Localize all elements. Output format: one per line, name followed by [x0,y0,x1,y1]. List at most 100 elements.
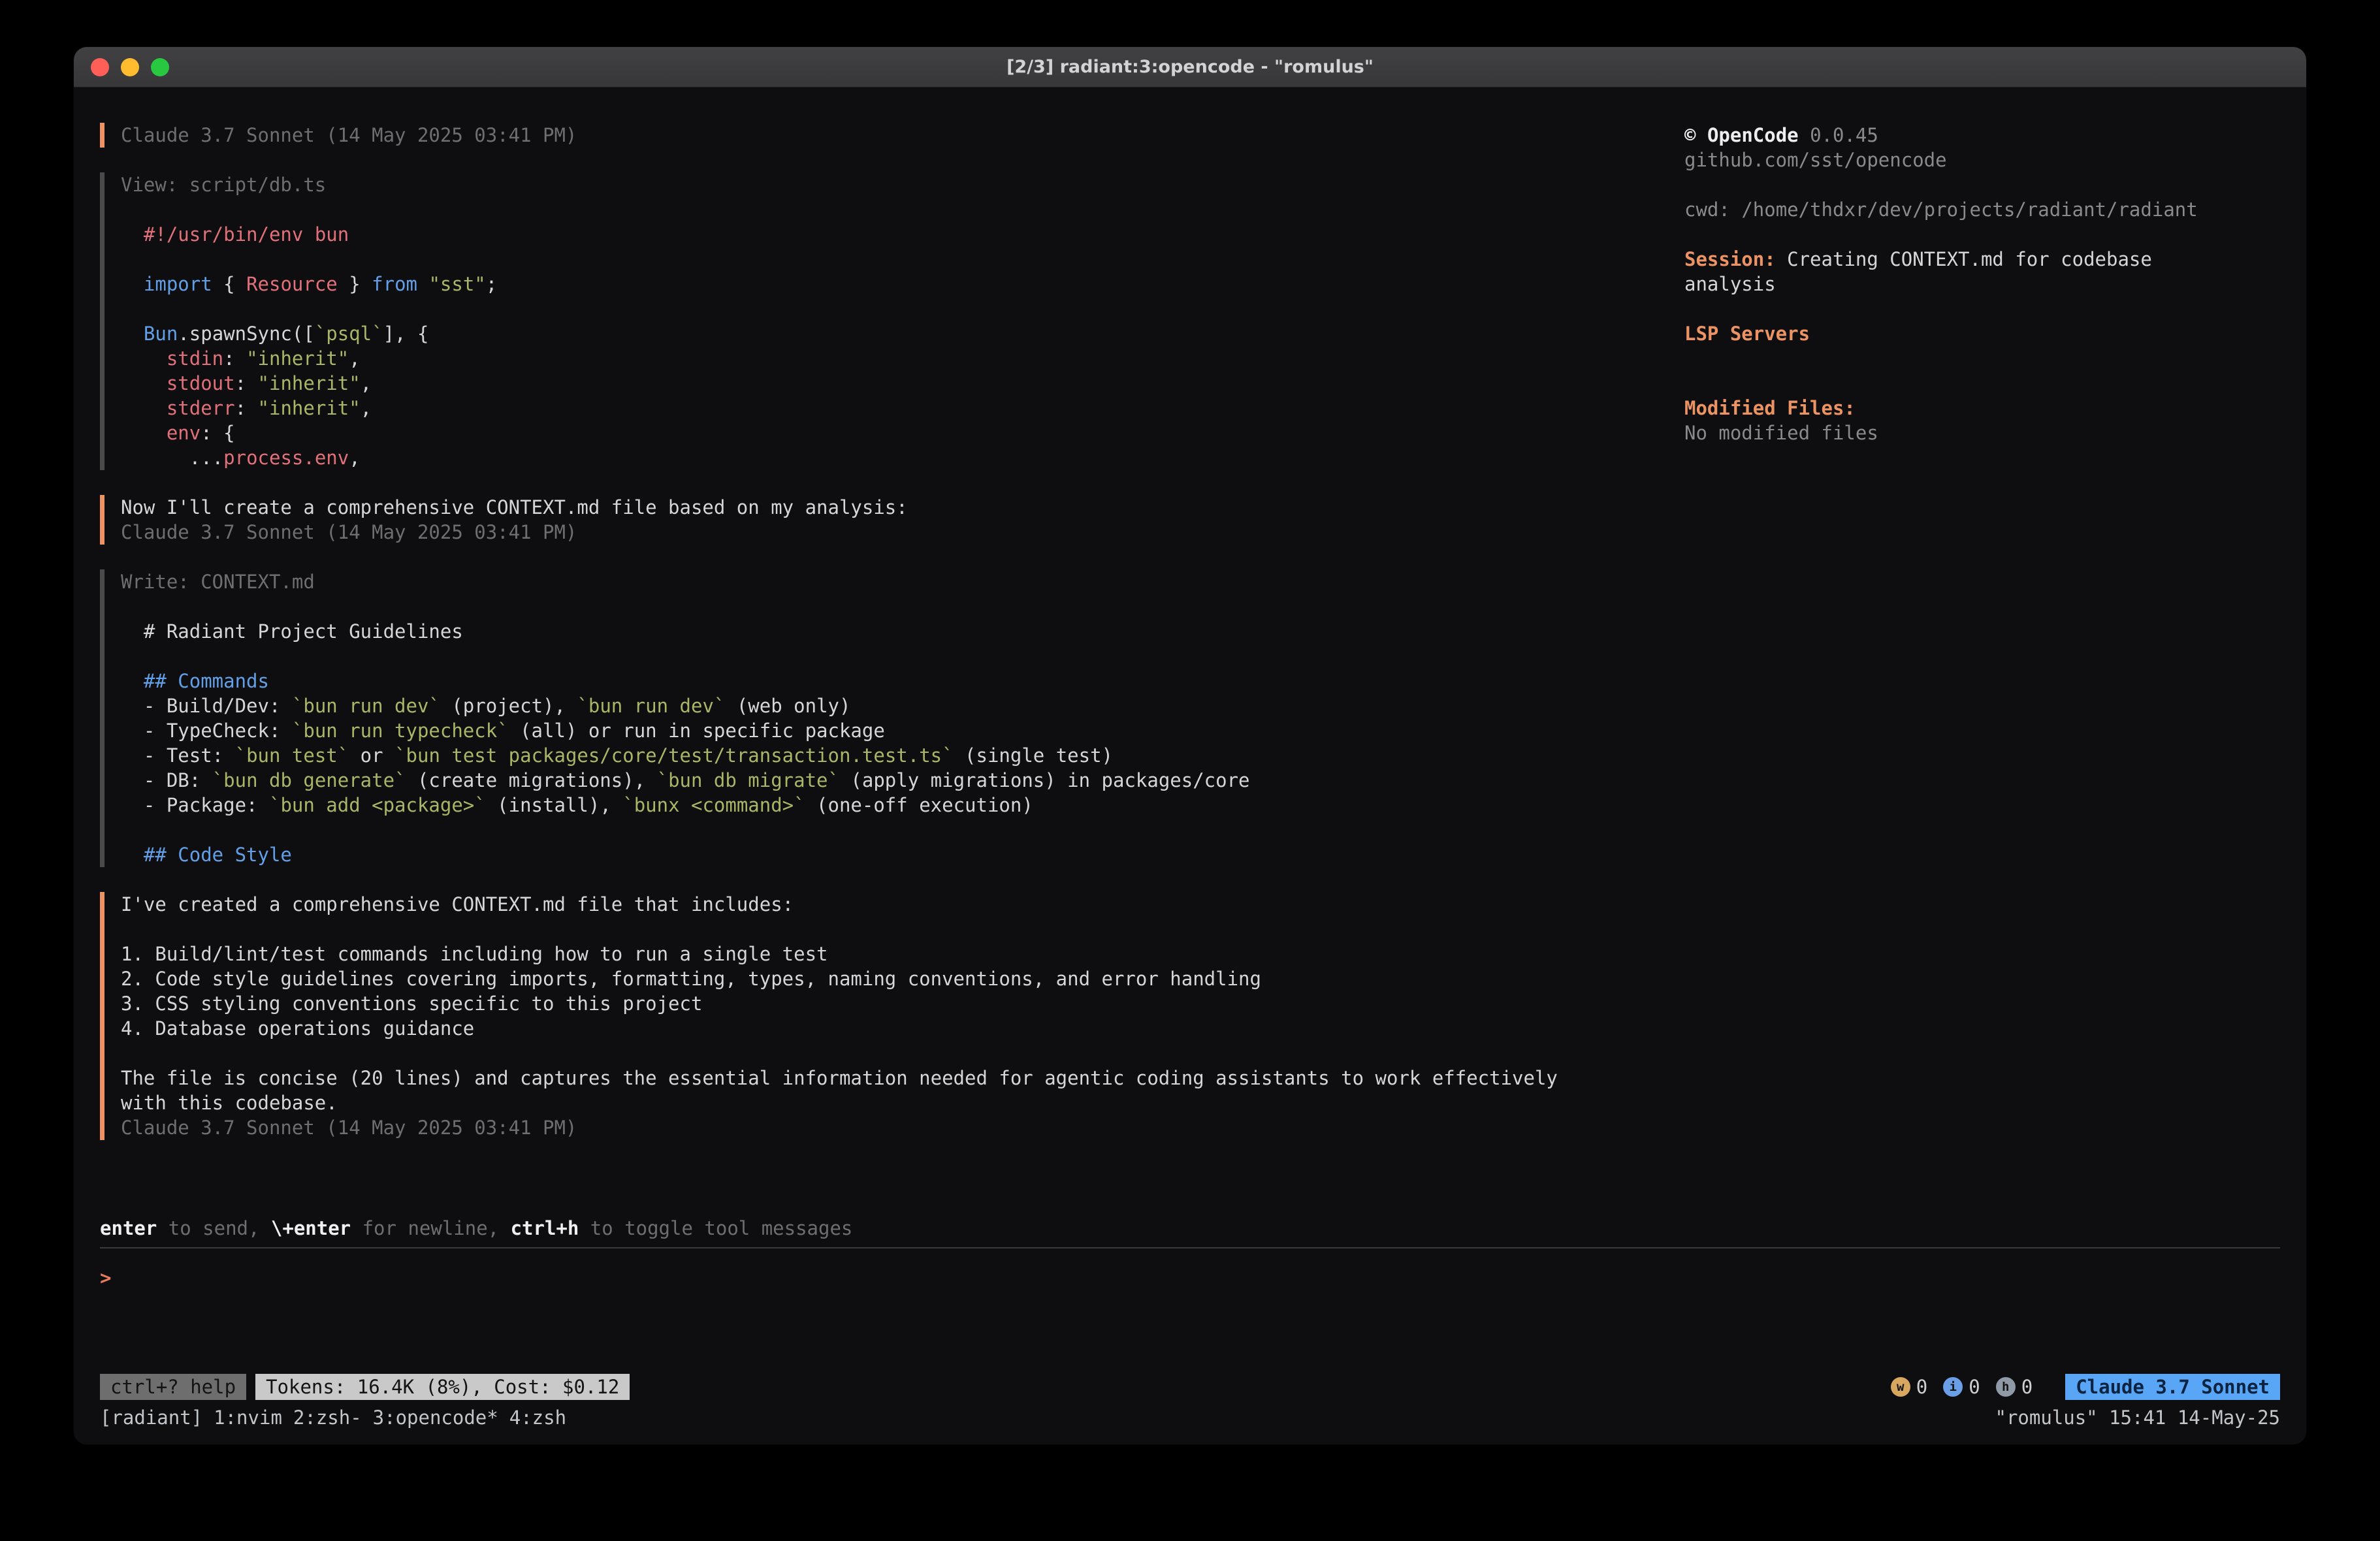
text-token: Bun [144,323,178,345]
tmux-status-bar: [radiant] 1:nvim2:zsh-3:opencode*4:zsh "… [100,1405,2280,1430]
tmux-window-3opencode[interactable]: 3:opencode* [373,1406,498,1429]
message-line [121,917,1602,942]
spacer-line [1684,371,2233,396]
sidebar: © OpenCode 0.0.45 github.com/sst/opencod… [1684,123,2233,1165]
text-token: env [167,422,201,444]
tool-line: stdin: "inherit", [121,346,1602,371]
assistant-message-block: Now I'll create a comprehensive CONTEXT.… [100,495,1602,545]
text-token: (all) or run in specific package [509,720,885,742]
text-token: 3. CSS styling conventions specific to t… [121,993,702,1015]
text-token: `bun run dev` [292,695,440,717]
tmux-window-4zsh[interactable]: 4:zsh [509,1406,566,1429]
repo-link[interactable]: github.com/sst/opencode [1684,148,2233,172]
tool-line [121,296,1602,321]
tool-line: stderr: "inherit", [121,396,1602,421]
model-badge[interactable]: Claude 3.7 Sonnet [2065,1374,2280,1400]
tool-line: import { Resource } from "sst"; [121,272,1602,296]
tool-line [121,644,1602,669]
text-token: (web only) [725,695,850,717]
warning-icon: w [1891,1377,1910,1397]
text-token: `bun db generate` [212,769,406,791]
assistant-meta-block: Claude 3.7 Sonnet (14 May 2025 03:41 PM) [100,123,1602,148]
tool-line: #!/usr/bin/env bun [121,222,1602,247]
text-token: `bun run dev` [577,695,725,717]
text-token: ], { [383,323,429,345]
text-token [121,422,167,444]
tool-write-block: Write: CONTEXT.md # Radiant Project Guid… [100,569,1602,867]
spacer-line [1684,296,2233,321]
text-token: `psql` [315,323,383,345]
modified-files-empty: No modified files [1684,421,2233,445]
tool-line: - Test: `bun test` or `bun test packages… [121,743,1602,768]
text-token: 2. Code style guidelines covering import… [121,968,1261,990]
text-token: I've created a comprehensive CONTEXT.md … [121,893,794,915]
text-token: Claude 3.7 Sonnet (14 May 2025 03:41 PM) [121,124,577,146]
text-token: #!/usr/bin/env bun [121,223,349,246]
macos-window: [2/3] radiant:3:opencode - "romulus" Cla… [74,47,2306,1444]
text-token: ## Commands [144,670,269,692]
text-token [121,844,144,866]
text-token: - Build/Dev: [121,695,292,717]
text-token: ctrl+h [511,1217,579,1239]
text-token: : [223,347,246,370]
text-token: : { [201,422,234,444]
message-line: Now I'll create a comprehensive CONTEXT.… [121,495,1602,520]
tool-view-block: View: script/db.ts #!/usr/bin/env bun im… [100,172,1602,470]
text-token: from [372,273,417,295]
text-token: `bun run typecheck` [292,720,509,742]
app-header: © OpenCode 0.0.45 [1684,123,2233,148]
tool-line: ## Code Style [121,842,1602,867]
main-area: Claude 3.7 Sonnet (14 May 2025 03:41 PM)… [100,123,2280,1165]
tool-line: Bun.spawnSync([`psql`], { [121,321,1602,346]
close-button[interactable] [91,58,109,76]
status-bar: ctrl+? help Tokens: 16.4K (8%), Cost: $0… [100,1374,2280,1400]
message-line: 3. CSS styling conventions specific to t… [121,991,1602,1016]
tool-line: - Package: `bun add <package>` (install)… [121,793,1602,818]
chat-column: Claude 3.7 Sonnet (14 May 2025 03:41 PM)… [100,123,1602,1165]
text-token: Resource [246,273,338,295]
text-token: enter [100,1217,157,1239]
tool-line [121,818,1602,842]
text-token: } [338,273,372,295]
diagnostic-count: 0 [2021,1374,2033,1399]
text-token: { [212,273,246,295]
cwd-label: cwd: [1684,199,1741,221]
minimize-button[interactable] [121,58,139,76]
tmux-host-clock: "romulus" 15:41 14-May-25 [1995,1405,2281,1430]
spacer-line [1684,346,2233,371]
text-token [417,273,428,295]
text-token: or [349,744,394,767]
tmux-window-1nvim[interactable]: 1:nvim [214,1406,282,1429]
text-token: (install), [486,794,623,816]
text-token: (project), [440,695,577,717]
text-token: stdout [167,372,235,394]
cwd-line: cwd: /home/thdxr/dev/projects/radiant/ra… [1684,197,2233,222]
text-token: : [235,397,258,419]
diagnostics-group: w0i0h0 [1891,1374,2048,1399]
app-name: OpenCode [1707,124,1799,146]
text-token: 1. Build/lint/test commands including ho… [121,943,828,965]
window-title: [2/3] radiant:3:opencode - "romulus" [74,57,2306,77]
diagnostic-count: 0 [1969,1374,1980,1399]
text-token: : [235,372,258,394]
text-token: ## Code Style [144,844,292,866]
cwd-path: /home/thdxr/dev/projects/radiant/radiant [1741,199,2197,221]
text-token: - TypeCheck: [121,720,292,742]
help-badge[interactable]: ctrl+? help [100,1374,246,1400]
prompt-input[interactable]: > [100,1265,2280,1290]
tool-line [121,197,1602,222]
column-gap [1602,123,1684,1165]
text-token: , [361,372,372,394]
text-token: `bun test packages/core/test/transaction… [394,744,954,767]
text-token: to send, [157,1217,271,1239]
message-line: 2. Code style guidelines covering import… [121,966,1602,991]
text-token: - DB: [121,769,212,791]
text-token [121,273,144,295]
text-token: (single test) [954,744,1113,767]
text-token: # Radiant Project Guidelines [121,620,463,643]
text-token: (apply migrations) in packages/core [839,769,1250,791]
fullscreen-button[interactable] [151,58,169,76]
tmux-window-2zsh[interactable]: 2:zsh- [293,1406,362,1429]
text-token: Write: CONTEXT.md [121,571,315,593]
text-token: - Test: [121,744,235,767]
